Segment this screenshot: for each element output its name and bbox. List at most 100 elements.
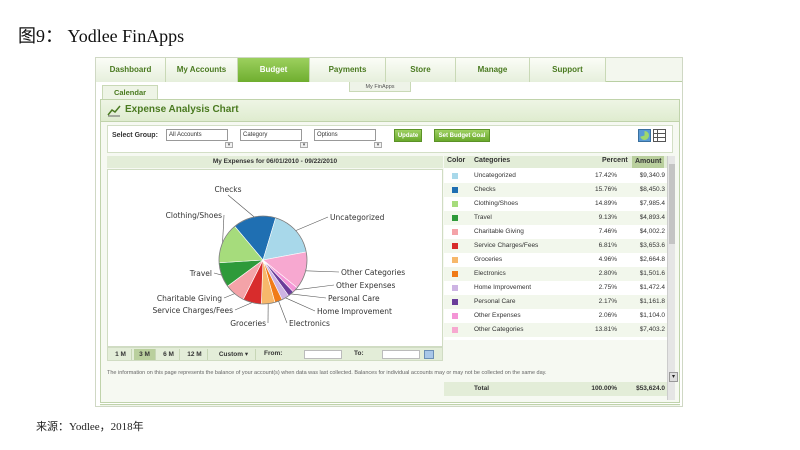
color-swatch <box>452 229 458 235</box>
category-percent: 2.80% <box>598 270 617 277</box>
set-budget-goal-button[interactable]: Set Budget Goal <box>434 129 490 142</box>
scroll-down-arrow-icon[interactable]: ▾ <box>669 372 678 382</box>
category-amount: $1,472.4 <box>639 284 665 291</box>
leader-line <box>305 270 340 273</box>
tab-budget[interactable]: Budget <box>238 58 310 82</box>
leader-line <box>222 214 225 243</box>
options-select[interactable]: Options <box>314 129 376 141</box>
scrollbar-thumb[interactable] <box>669 164 675 244</box>
category-amount: $7,985.4 <box>639 200 665 207</box>
tab-my-accounts[interactable]: My Accounts <box>166 58 238 82</box>
category-amount: $7,403.2 <box>639 326 665 333</box>
table-scrollbar[interactable] <box>667 156 675 400</box>
table-row[interactable]: Personal Care 2.17% $1,161.8 <box>444 295 667 309</box>
slice-label: Personal Care <box>328 294 380 303</box>
table-row[interactable]: Electronics 2.80% $1,501.6 <box>444 267 667 281</box>
category-table: Uncategorized 17.42% $9,340.9 Checks 15.76% $… <box>444 168 667 340</box>
to-date-input[interactable] <box>382 350 420 359</box>
category-percent: 7.46% <box>598 228 617 235</box>
category-amount: $4,893.4 <box>639 214 665 221</box>
leader-line <box>213 272 222 276</box>
to-label: To: <box>354 350 364 357</box>
table-row[interactable]: Uncategorized 17.42% $9,340.9 <box>444 169 667 183</box>
category-percent: 2.06% <box>598 312 617 319</box>
from-label: From: <box>264 350 283 357</box>
slice-label: Groceries <box>230 319 266 328</box>
figure-source: 来源：Yodlee，2018年 <box>36 421 144 433</box>
pie-chart-view-icon[interactable] <box>638 129 651 142</box>
group-select[interactable]: All Accounts <box>166 129 228 141</box>
chevron-down-icon[interactable]: ▾ <box>300 142 308 148</box>
category-amount: $1,161.8 <box>639 298 665 305</box>
table-row[interactable]: Other Categories 13.81% $7,403.2 <box>444 323 667 337</box>
select-group-label: Select Group: <box>112 132 158 139</box>
col-header-amount[interactable]: Amount <box>632 156 665 168</box>
total-row: Total 100.00% $53,624.0 <box>444 382 667 396</box>
calendar-icon[interactable] <box>424 350 434 359</box>
slice-label: Clothing/Shoes <box>166 211 222 220</box>
range-1m-button[interactable]: 1 M <box>110 349 132 360</box>
table-row[interactable]: Groceries 4.96% $2,664.8 <box>444 253 667 267</box>
category-percent: 17.42% <box>594 172 617 179</box>
range-3m-button[interactable]: 3 M <box>134 349 156 360</box>
total-amount: $53,624.0 <box>636 385 665 392</box>
total-percent: 100.00% <box>591 385 617 392</box>
range-6m-button[interactable]: 6 M <box>158 349 180 360</box>
table-row[interactable]: Checks 15.76% $8,450.3 <box>444 183 667 197</box>
category-percent: 4.96% <box>598 256 617 263</box>
table-row[interactable]: Clothing/Shoes 14.89% $7,985.4 <box>444 197 667 211</box>
subtab-my-finapps[interactable]: My FinApps <box>349 82 411 92</box>
chevron-down-icon[interactable]: ▾ <box>225 142 233 148</box>
category-percent: 2.75% <box>598 284 617 291</box>
table-header: Color Categories Percent Amount <box>444 156 667 168</box>
table-row[interactable]: Home Improvement 2.75% $1,472.4 <box>444 281 667 295</box>
tab-dashboard[interactable]: Dashboard <box>96 58 166 82</box>
category-percent: 13.81% <box>594 326 617 333</box>
slice-label: Service Charges/Fees <box>153 306 234 315</box>
tab-payments[interactable]: Payments <box>310 58 386 82</box>
panel-title: Expense Analysis Chart <box>125 104 239 115</box>
from-date-input[interactable] <box>304 350 342 359</box>
category-percent: 2.17% <box>598 298 617 305</box>
leader-line <box>295 216 329 231</box>
expense-analysis-panel: Expense Analysis Chart Select Group: All… <box>100 99 680 403</box>
subtab-calendar[interactable]: Calendar <box>102 85 158 99</box>
leader-line <box>285 297 316 312</box>
table-row[interactable]: Other Expenses 2.06% $1,104.0 <box>444 309 667 323</box>
color-swatch <box>452 173 458 179</box>
color-swatch <box>452 271 458 277</box>
col-header-color: Color <box>447 157 466 164</box>
category-name: Other Categories <box>474 326 524 333</box>
category-name: Clothing/Shoes <box>474 200 519 207</box>
table-view-icon[interactable] <box>653 129 666 142</box>
tab-support[interactable]: Support <box>530 58 606 82</box>
color-swatch <box>452 285 458 291</box>
tab-manage[interactable]: Manage <box>456 58 530 82</box>
slice-label: Other Categories <box>341 268 405 277</box>
color-swatch <box>452 327 458 333</box>
color-swatch <box>452 187 458 193</box>
category-select[interactable]: Category <box>240 129 302 141</box>
pie-chart-area: Checks Uncategorized Other Categories Other… <box>107 169 443 347</box>
category-name: Other Expenses <box>474 312 521 319</box>
col-header-categories[interactable]: Categories <box>474 157 510 164</box>
category-amount: $1,104.0 <box>639 312 665 319</box>
range-custom-button[interactable]: Custom ▾ <box>212 349 256 360</box>
leader-line <box>234 302 253 311</box>
chart-icon <box>107 105 121 117</box>
range-12m-button[interactable]: 12 M <box>182 349 208 360</box>
chevron-down-icon[interactable]: ▾ <box>374 142 382 148</box>
update-button[interactable]: Update <box>394 129 422 142</box>
tab-store[interactable]: Store <box>386 58 456 82</box>
category-name: Groceries <box>474 256 503 263</box>
col-header-percent[interactable]: Percent <box>602 157 628 164</box>
color-swatch <box>452 299 458 305</box>
table-row[interactable]: Travel 9.13% $4,893.4 <box>444 211 667 225</box>
category-percent: 6.81% <box>598 242 617 249</box>
table-row[interactable]: Service Charges/Fees 6.81% $3,653.6 <box>444 239 667 253</box>
category-amount: $3,653.6 <box>639 242 665 249</box>
table-row[interactable]: Charitable Giving 7.46% $4,002.2 <box>444 225 667 239</box>
color-swatch <box>452 243 458 249</box>
category-amount: $9,340.9 <box>639 172 665 179</box>
yodlee-app-window: Dashboard My Accounts Budget Payments St… <box>95 57 683 407</box>
